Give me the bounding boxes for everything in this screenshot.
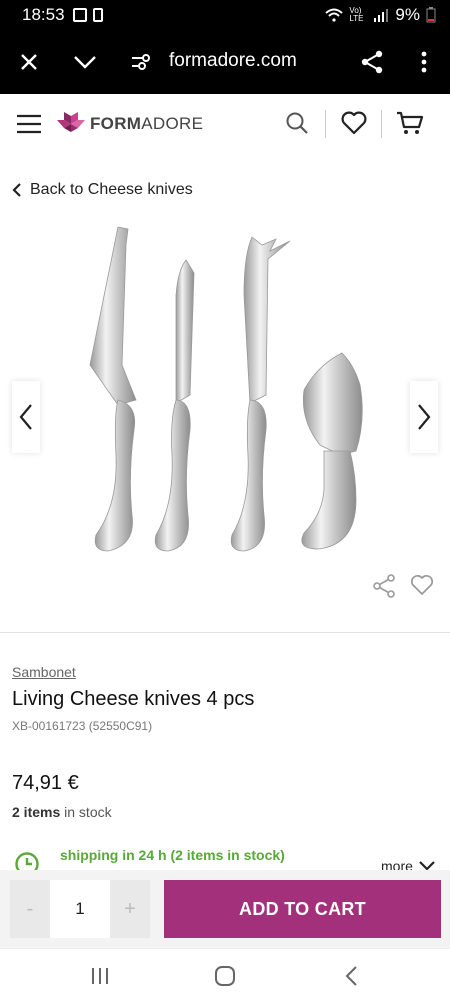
brand-link[interactable]: Sambonet (12, 664, 76, 680)
chevron-right-icon (418, 404, 431, 430)
logo-text[interactable]: FORMADORE (90, 114, 203, 134)
product-gallery (0, 215, 450, 615)
gallery-icon (72, 8, 87, 22)
gallery-prev-button[interactable] (12, 381, 40, 453)
gallery-next-button[interactable] (410, 381, 438, 453)
wishlist-heart-icon[interactable] (341, 111, 367, 140)
browser-toolbar: formadore.com (0, 30, 450, 125)
header-divider (325, 110, 326, 138)
wifi-icon (325, 8, 344, 22)
site-header: FORMADORE (0, 96, 450, 152)
status-time: 18:53 (22, 5, 65, 24)
product-sku: XB-00161723 (52550C91) (12, 719, 153, 733)
section-divider (0, 632, 450, 633)
home-icon[interactable] (214, 965, 236, 992)
back-link[interactable]: Back to Cheese knives (12, 181, 193, 199)
share-product-icon[interactable] (372, 574, 396, 603)
wishlist-product-icon[interactable] (410, 574, 434, 601)
alert-icon (92, 8, 103, 22)
quantity-decrease-button[interactable]: - (10, 880, 50, 938)
site-settings-icon[interactable] (127, 48, 155, 76)
recent-apps-icon[interactable] (90, 967, 110, 990)
hamburger-menu-icon[interactable] (17, 114, 41, 139)
chevron-down-icon[interactable] (71, 48, 99, 76)
close-icon[interactable] (15, 48, 43, 76)
logo-mark[interactable] (57, 112, 85, 141)
more-menu-icon[interactable] (410, 48, 438, 76)
stock-status: 2 items in stock (12, 804, 112, 820)
shipping-info: shipping in 24 h (2 items in stock) (60, 847, 285, 863)
status-bar: 18:53 Vo) LTE 9% (0, 0, 450, 30)
search-icon[interactable] (285, 111, 309, 140)
battery-icon (426, 7, 436, 23)
notification-icons (72, 8, 103, 22)
url-field[interactable]: formadore.com (169, 50, 297, 72)
cart-icon[interactable] (396, 110, 424, 141)
system-nav-bar (0, 948, 450, 1003)
network-label: Vo) LTE (349, 6, 364, 23)
back-link-label: Back to Cheese knives (30, 181, 193, 198)
add-to-cart-button[interactable]: ADD TO CART (164, 880, 441, 938)
product-image[interactable] (0, 215, 450, 615)
chevron-left-icon (12, 183, 21, 197)
quantity-input[interactable]: 1 (50, 880, 110, 938)
product-price: 74,91 € (12, 772, 79, 794)
chevron-left-icon (19, 404, 32, 430)
back-nav-icon[interactable] (344, 965, 358, 992)
battery-percent: 9% (395, 5, 420, 24)
product-title: Living Cheese knives 4 pcs (12, 688, 255, 710)
share-icon[interactable] (358, 48, 386, 76)
header-divider (381, 110, 382, 138)
quantity-increase-button[interactable]: + (110, 880, 150, 938)
signal-icon (374, 9, 389, 22)
